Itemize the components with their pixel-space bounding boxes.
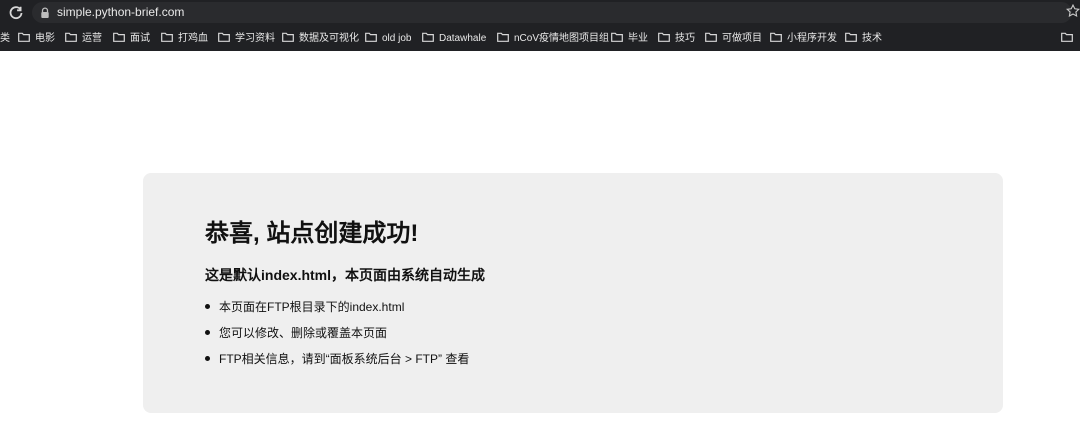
bookmark-label: 打鸡血	[178, 33, 208, 44]
bookmark-label: 可做项目	[722, 33, 762, 44]
folder-icon	[365, 32, 377, 42]
reload-icon[interactable]	[8, 5, 24, 21]
folder-icon	[282, 32, 294, 42]
folder-icon	[1061, 32, 1073, 42]
bookmark-item[interactable]: 运营	[65, 31, 102, 47]
browser-chrome: simple.python-brief.com 类 电影 运营 面试 打鸡血 学…	[0, 0, 1080, 51]
bookmark-label: 运营	[82, 33, 102, 44]
bookmark-item[interactable]: 电影	[18, 31, 55, 47]
folder-icon	[705, 32, 717, 42]
bookmark-label: 电影	[35, 33, 55, 44]
bookmark-item[interactable]: 类	[0, 31, 10, 47]
list-item: 本页面在FTP根目录下的index.html	[205, 299, 469, 325]
lock-icon	[41, 7, 49, 18]
folder-icon	[845, 32, 857, 42]
list-item-text: 本页面在FTP根目录下的index.html	[219, 300, 405, 314]
folder-icon	[422, 32, 434, 42]
folder-icon	[113, 32, 125, 42]
bookmark-label: 技巧	[675, 33, 695, 44]
folder-icon	[770, 32, 782, 42]
bookmark-item[interactable]: 可做项目	[705, 31, 762, 47]
bookmark-item[interactable]: 技巧	[658, 31, 695, 47]
bookmark-label: 面试	[130, 33, 150, 44]
bookmark-item[interactable]: 小程序开发	[770, 31, 837, 47]
bullet-icon	[205, 304, 210, 309]
bookmark-item[interactable]: Datawhale	[422, 31, 486, 47]
page-title: 恭喜, 站点创建成功!	[205, 220, 419, 247]
folder-icon	[161, 32, 173, 42]
bookmark-item[interactable]: old job	[365, 31, 411, 47]
info-list: 本页面在FTP根目录下的index.html 您可以修改、删除或覆盖本页面 FT…	[205, 299, 469, 377]
bookmark-label: 毕业	[628, 33, 648, 44]
bookmark-item[interactable]: 技术	[845, 31, 882, 47]
folder-icon	[218, 32, 230, 42]
bookmark-star-icon[interactable]	[1066, 4, 1080, 18]
bookmark-label: 数据及可视化	[299, 33, 359, 44]
bookmark-label: Datawhale	[439, 33, 487, 44]
success-panel: 恭喜, 站点创建成功! 这是默认index.html，本页面由系统自动生成 本页…	[143, 173, 1003, 413]
list-item-text: 您可以修改、删除或覆盖本页面	[219, 326, 388, 340]
bookmark-item[interactable]: 面试	[113, 31, 150, 47]
bookmark-item[interactable]: 打鸡血	[161, 31, 208, 47]
list-item: 您可以修改、删除或覆盖本页面	[205, 325, 469, 351]
page-subtitle: 这是默认index.html，本页面由系统自动生成	[205, 267, 486, 283]
bookmark-item[interactable]: 毕业	[611, 31, 648, 47]
folder-icon	[611, 32, 623, 42]
bullet-icon	[205, 356, 210, 361]
folder-icon	[658, 32, 670, 42]
bookmark-label: 类	[0, 33, 10, 44]
address-row: simple.python-brief.com	[0, 0, 1080, 25]
folder-icon	[497, 32, 509, 42]
other-bookmarks-button[interactable]	[1061, 31, 1078, 47]
url-text[interactable]: simple.python-brief.com	[57, 5, 184, 19]
bullet-icon	[205, 330, 210, 335]
bookmark-label: 学习资料	[235, 33, 275, 44]
bookmark-label: 技术	[862, 33, 882, 44]
bookmark-item[interactable]: 数据及可视化	[282, 31, 359, 47]
folder-icon	[18, 32, 30, 42]
list-item-text: FTP相关信息，请到“面板系统后台 > FTP” 查看	[219, 352, 470, 366]
bookmark-item[interactable]: nCoV疫情地图项目组	[497, 31, 609, 47]
list-item: FTP相关信息，请到“面板系统后台 > FTP” 查看	[205, 351, 469, 377]
bookmark-item[interactable]: 学习资料	[218, 31, 275, 47]
folder-icon	[65, 32, 77, 42]
address-bar[interactable]	[32, 2, 1072, 23]
bookmark-label: 小程序开发	[787, 33, 837, 44]
bookmark-bar: 类 电影 运营 面试 打鸡血 学习资料 数据及可视化 old job Dataw…	[0, 27, 1080, 51]
bookmark-label: old job	[382, 33, 412, 44]
bookmark-label: nCoV疫情地图项目组	[514, 33, 610, 44]
